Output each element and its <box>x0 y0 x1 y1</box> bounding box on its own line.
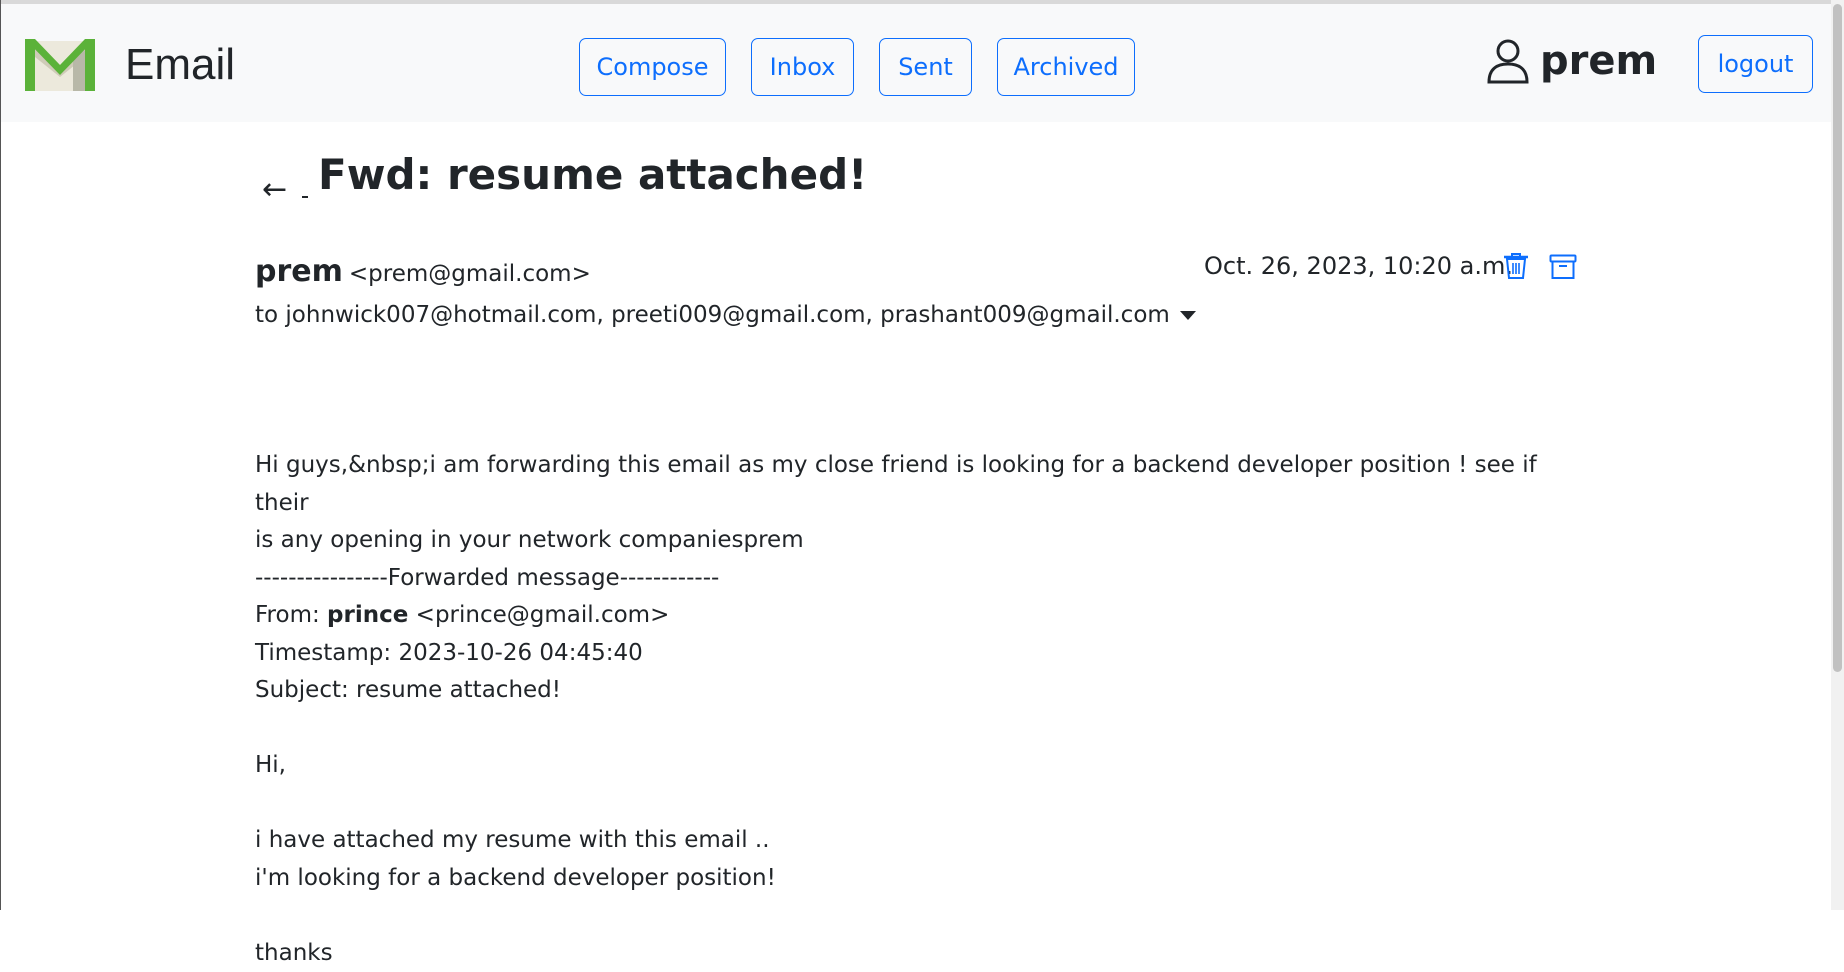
forward-subject: Subject: resume attached! <box>255 672 1575 710</box>
body-line: thanks <box>255 935 1575 972</box>
gmail-logo-icon <box>21 35 99 95</box>
main-nav: Compose Inbox Sent Archived <box>579 38 1135 96</box>
body-greeting: Hi, <box>255 747 1575 785</box>
username: prem <box>1540 38 1657 84</box>
forward-timestamp: Timestamp: 2023-10-26 04:45:40 <box>255 635 1575 673</box>
body-line: i have attached my resume with this emai… <box>255 822 1575 860</box>
archive-icon[interactable] <box>1549 254 1577 280</box>
sender-line: prem<prem@gmail.com> <box>255 254 591 289</box>
inbox-button[interactable]: Inbox <box>751 38 854 96</box>
navbar: Email Compose Inbox Sent Archived prem l… <box>1 4 1831 122</box>
logout-button[interactable]: logout <box>1698 35 1813 93</box>
email-view: ← Fwd: resume attached! prem<prem@gmail.… <box>0 122 1830 910</box>
forward-from-email: <prince@gmail.com> <box>408 602 669 628</box>
sender-email: <prem@gmail.com> <box>349 261 591 287</box>
person-icon <box>1486 38 1530 84</box>
forward-from: From: prince <prince@gmail.com> <box>255 597 1575 635</box>
recipients: to johnwick007@hotmail.com, preeti009@gm… <box>255 302 1170 328</box>
archived-button[interactable]: Archived <box>997 38 1135 96</box>
trash-icon[interactable] <box>1503 252 1529 280</box>
forward-from-name: prince <box>327 602 408 628</box>
brand[interactable]: Email <box>21 34 235 96</box>
scrollbar-thumb[interactable] <box>1833 4 1842 672</box>
brand-name: Email <box>125 40 235 90</box>
caret-down-icon[interactable] <box>1180 311 1196 320</box>
compose-button[interactable]: Compose <box>579 38 726 96</box>
vertical-scrollbar[interactable] <box>1831 0 1844 910</box>
recipients-line: to johnwick007@hotmail.com, preeti009@gm… <box>255 302 1196 328</box>
email-subject: Fwd: resume attached! <box>318 150 867 199</box>
user-info: prem <box>1486 36 1657 86</box>
body-line: is any opening in your network companies… <box>255 522 1575 560</box>
back-arrow-icon[interactable]: ← <box>262 172 298 208</box>
forward-separator: ----------------Forwarded message-------… <box>255 560 1575 598</box>
sent-button[interactable]: Sent <box>879 38 972 96</box>
email-body: Hi guys,&nbsp;i am forwarding this email… <box>255 447 1575 972</box>
back-link-underline <box>302 196 308 198</box>
body-line: Hi guys,&nbsp;i am forwarding this email… <box>255 447 1575 522</box>
body-line: i'm looking for a backend developer posi… <box>255 860 1575 898</box>
email-timestamp: Oct. 26, 2023, 10:20 a.m. <box>1204 252 1513 280</box>
sender-name: prem <box>255 254 343 289</box>
forward-from-label: From: <box>255 602 327 628</box>
